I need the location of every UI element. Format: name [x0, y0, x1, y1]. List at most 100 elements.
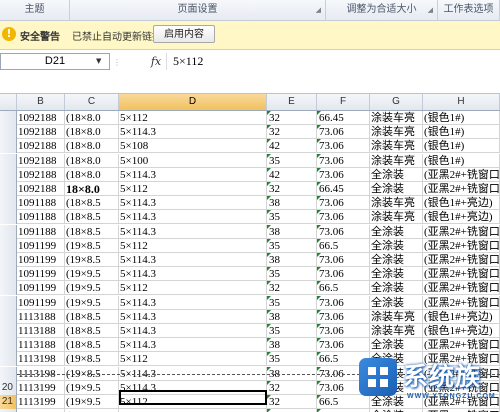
row-header[interactable]: 21	[0, 395, 17, 409]
cell-d[interactable]: 5×114.3	[119, 125, 267, 139]
row-header[interactable]	[0, 338, 17, 352]
cell-f[interactable]: 73.06	[317, 196, 370, 210]
name-box[interactable]: D21	[0, 53, 110, 70]
cell-c[interactable]: (19×9.5	[65, 381, 119, 395]
cell-g[interactable]: 全涂装	[370, 182, 423, 196]
dialog-launcher-icon[interactable]: ◢	[316, 5, 321, 15]
cell-h[interactable]: (亚黑2#+铣窗口)	[423, 296, 500, 310]
cell-h[interactable]: (银色1#)	[423, 154, 500, 168]
row-header[interactable]	[0, 154, 17, 168]
row-header[interactable]	[0, 367, 17, 381]
cell-d[interactable]: 5×114.3	[119, 310, 267, 324]
cell-d[interactable]: 5×114.3	[119, 338, 267, 352]
dialog-launcher-icon[interactable]: ◢	[428, 5, 433, 15]
cell-b[interactable]: 1113188	[17, 338, 65, 352]
cell-b[interactable]: 1113188	[17, 324, 65, 338]
cell-c[interactable]: (18×8.5	[65, 338, 119, 352]
cell-f[interactable]: 66.45	[317, 111, 370, 125]
cell-d[interactable]: 5×112	[119, 352, 267, 366]
cell-c[interactable]: (18×8.5	[65, 324, 119, 338]
cell-d[interactable]: 5×114.3	[119, 296, 267, 310]
cell-d[interactable]: 5×114.3	[119, 168, 267, 182]
cell-b[interactable]: 1091199	[17, 267, 65, 281]
cell-f[interactable]: 73.06	[317, 253, 370, 267]
cell-h[interactable]: (银色1#+亮边)	[423, 324, 500, 338]
cell-f[interactable]: 73.06	[317, 210, 370, 224]
row-header[interactable]	[0, 352, 17, 366]
cell-b[interactable]: 1113188	[17, 310, 65, 324]
column-header-h[interactable]: H	[423, 94, 500, 110]
cell-e[interactable]: 35	[267, 210, 317, 224]
row-header[interactable]	[0, 281, 17, 295]
cell-h[interactable]: (亚黑2#+铣窗口)	[423, 281, 500, 295]
column-header-f[interactable]: F	[317, 94, 370, 110]
row-header[interactable]	[0, 267, 17, 281]
cell-c[interactable]: (18×8.0	[65, 111, 119, 125]
cell-g[interactable]: 涂装车亮	[370, 139, 423, 153]
cell-c[interactable]: (18×8.5	[65, 210, 119, 224]
cell-c[interactable]: (18×8.5	[65, 310, 119, 324]
row-header[interactable]	[0, 210, 17, 224]
row-header[interactable]	[0, 196, 17, 210]
column-header-c[interactable]: C	[65, 94, 119, 110]
cell-f[interactable]: 66.45	[317, 182, 370, 196]
cell-b[interactable]: 1091188	[17, 210, 65, 224]
cell-d[interactable]: 5×108	[119, 139, 267, 153]
cell-h[interactable]: (亚黑2#+铣窗口)	[423, 338, 500, 352]
row-header[interactable]	[0, 239, 17, 253]
cell-e[interactable]: 35	[267, 324, 317, 338]
row-header[interactable]	[0, 253, 17, 267]
cell-e[interactable]: 38	[267, 196, 317, 210]
cell-e[interactable]: 42	[267, 139, 317, 153]
cell-c[interactable]: (18×8.0	[65, 139, 119, 153]
cell-d[interactable]: 5×114.3	[119, 210, 267, 224]
cell-g[interactable]: 涂装车亮	[370, 111, 423, 125]
cell-f[interactable]: 73.06	[317, 225, 370, 239]
row-header[interactable]	[0, 324, 17, 338]
row-header[interactable]	[0, 111, 17, 125]
cell-b[interactable]: 1113199	[17, 381, 65, 395]
cell-b[interactable]: 1113198	[17, 352, 65, 366]
row-header[interactable]	[0, 125, 17, 139]
cell-d[interactable]: 5×114.3	[119, 253, 267, 267]
cell-f[interactable]: 73.06	[317, 267, 370, 281]
cell-c[interactable]: (18×8.5	[65, 196, 119, 210]
formula-input[interactable]: 5×112	[166, 53, 500, 70]
cell-e[interactable]: 38	[267, 310, 317, 324]
cell-h[interactable]: (亚黑2#+铣窗口)	[423, 168, 500, 182]
cell-g[interactable]: 涂装车亮	[370, 196, 423, 210]
cell-d[interactable]: 5×112	[119, 239, 267, 253]
cell-g[interactable]: 全涂装	[370, 253, 423, 267]
cell-h[interactable]: (亚黑2#+铣窗口)	[423, 239, 500, 253]
select-all-corner[interactable]	[0, 94, 17, 110]
cell-h[interactable]: (银色1#+亮边)	[423, 210, 500, 224]
cell-b[interactable]: 1091188	[17, 225, 65, 239]
cell-h[interactable]: (银色1#)	[423, 139, 500, 153]
formula-bar-splitter-icon[interactable]: ⋮	[113, 58, 121, 67]
cell-c[interactable]: (18×8.0	[65, 154, 119, 168]
cell-d[interactable]: 5×112	[119, 395, 267, 409]
cell-c[interactable]: (18×8.0	[65, 125, 119, 139]
cell-f[interactable]: 73.06	[317, 125, 370, 139]
cell-b[interactable]: 1091199	[17, 253, 65, 267]
cell-d[interactable]: 5×114.3	[119, 225, 267, 239]
cell-e[interactable]: 35	[267, 239, 317, 253]
cell-b[interactable]: 1092188	[17, 168, 65, 182]
cell-f[interactable]: 73.06	[317, 296, 370, 310]
row-header[interactable]	[0, 139, 17, 153]
cell-h[interactable]: (亚黑2#+铣窗口)	[423, 253, 500, 267]
cell-b[interactable]: 1092188	[17, 125, 65, 139]
cell-g[interactable]: 全涂装	[370, 168, 423, 182]
cell-c[interactable]: (19×9.5	[65, 281, 119, 295]
cell-e[interactable]: 38	[267, 225, 317, 239]
row-header[interactable]	[0, 182, 17, 196]
cell-f[interactable]: 73.06	[317, 139, 370, 153]
column-header-e[interactable]: E	[267, 94, 317, 110]
cell-c[interactable]: (19×9.5	[65, 395, 119, 409]
cell-e[interactable]: 42	[267, 168, 317, 182]
cell-g[interactable]: 全涂装	[370, 239, 423, 253]
cell-g[interactable]: 全涂装	[370, 338, 423, 352]
cell-c[interactable]: (19×8.5	[65, 253, 119, 267]
cell-c[interactable]: (18×8.5	[65, 225, 119, 239]
cell-d[interactable]: 5×114.3	[119, 381, 267, 395]
